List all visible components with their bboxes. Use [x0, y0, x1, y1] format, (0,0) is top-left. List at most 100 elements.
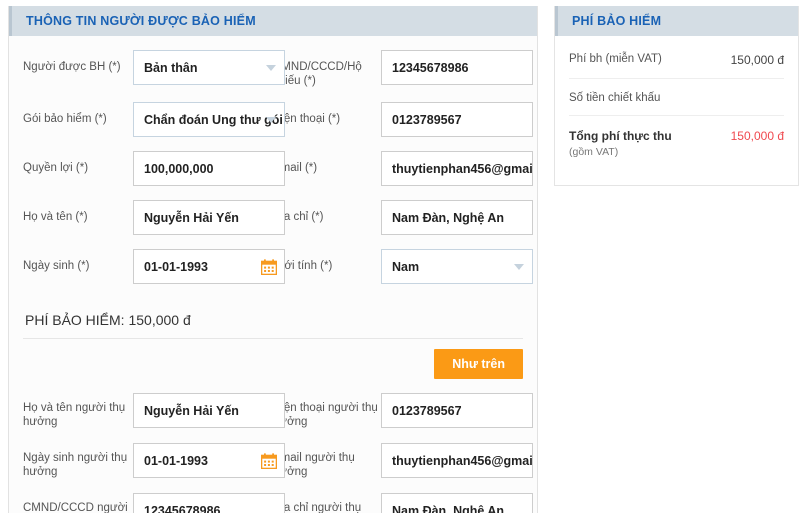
input-ben-ngay-sinh[interactable]: 01-01-1993: [133, 443, 285, 478]
label-dien-thoai: Điện thoại (*): [273, 113, 341, 125]
input-cmnd[interactable]: 12345678986: [381, 50, 533, 85]
select-goi-bao-hiem-value: Chẩn đoán Ung thư gói Bạc: [144, 112, 284, 127]
label-ben-cmnd: CMND/CCCD người thụ hưởng: [23, 502, 128, 513]
input-ngay-sinh-value: 01-01-1993: [144, 259, 208, 274]
form-row: CMND/CCCD người thụ hưởng 12345678986 Đị…: [23, 493, 533, 513]
control-cmnd: 12345678986: [381, 50, 533, 85]
right-column: PHÍ BẢO HIỂM Phí bh (miễn VAT) 150,000 đ…: [554, 6, 799, 186]
input-ben-cmnd-value: 12345678986: [144, 503, 221, 513]
chevron-down-icon: [266, 116, 276, 123]
field-group-ben-dia-chi: Địa chỉ người thụ hưởng Nam Đàn, Nghệ An: [273, 493, 533, 513]
control-goi-bao-hiem: Chẩn đoán Ung thư gói Bạc: [133, 102, 285, 137]
input-dien-thoai[interactable]: 0123789567: [381, 102, 533, 137]
input-quyen-loi[interactable]: 100,000,000: [133, 151, 285, 186]
calendar-icon[interactable]: [260, 452, 278, 469]
chevron-down-icon: [266, 64, 276, 71]
input-ben-ho-ten-value: Nguyễn Hải Yến: [144, 403, 239, 418]
fee-summary-card: PHÍ BẢO HIỂM Phí bh (miễn VAT) 150,000 đ…: [554, 6, 799, 186]
label-ben-dien-thoai: Điện thoại người thụ hưởng: [273, 402, 378, 428]
field-group-ben-ho-ten: Họ và tên người thụ hưởng Nguyễn Hải Yến: [23, 393, 285, 429]
fee-row: Số tiền chiết khấu: [569, 79, 784, 116]
control-ben-email: thuytienphan456@gmail: [381, 443, 533, 478]
field-group-ben-ngay-sinh: Ngày sinh người thụ hưởng 01-01-1993: [23, 443, 285, 479]
fee-total-amount: 150,000 đ: [730, 129, 784, 143]
input-dia-chi[interactable]: Nam Đàn, Nghệ An: [381, 200, 533, 235]
field-group-ben-dien-thoai: Điện thoại người thụ hưởng 0123789567: [273, 393, 533, 429]
label-cmnd: CMND/CCCD/Hộ chiếu (*): [273, 61, 362, 87]
control-ben-ngay-sinh: 01-01-1993: [133, 443, 285, 478]
field-group-ngay-sinh: Ngày sinh (*) 01-01-1993: [23, 249, 285, 284]
label-dia-chi: Địa chỉ (*): [273, 211, 324, 223]
field-group-gioi-tinh: Giới tính (*) Nam: [273, 249, 533, 284]
label-ben-email: Email người thụ hưởng: [273, 452, 355, 478]
form-row: Gói bảo hiểm (*) Chẩn đoán Ung thư gói B…: [23, 102, 533, 137]
field-group-cmnd: CMND/CCCD/Hộ chiếu (*) 12345678986: [273, 50, 533, 88]
insured-info-card: THÔNG TIN NGƯỜI ĐƯỢC BẢO HIỂM Người được…: [8, 6, 538, 513]
control-ben-ho-ten: Nguyễn Hải Yến: [133, 393, 285, 428]
field-group-goi-bao-hiem: Gói bảo hiểm (*) Chẩn đoán Ung thư gói B…: [23, 102, 285, 137]
select-gioi-tinh[interactable]: Nam: [381, 249, 533, 284]
control-ho-va-ten: Nguyễn Hải Yến: [133, 200, 285, 235]
input-ben-cmnd[interactable]: 12345678986: [133, 493, 285, 513]
control-ben-cmnd: 12345678986: [133, 493, 285, 513]
input-quyen-loi-value: 100,000,000: [144, 161, 214, 176]
input-ben-ngay-sinh-value: 01-01-1993: [144, 453, 208, 468]
fee-total-subtitle: (gồm VAT): [569, 146, 619, 158]
control-ngay-sinh: 01-01-1993: [133, 249, 285, 284]
same-as-above-button[interactable]: Như trên: [434, 349, 523, 379]
fee-total-row: Tổng phí thực thu (gồm VAT) 150,000 đ: [569, 116, 784, 171]
label-gioi-tinh: Giới tính (*): [273, 260, 333, 272]
input-ben-dien-thoai-value: 0123789567: [392, 403, 462, 418]
label-ben-ho-ten: Họ và tên người thụ hưởng: [23, 402, 126, 428]
input-cmnd-value: 12345678986: [392, 60, 469, 75]
page-title: THÔNG TIN NGƯỜI ĐƯỢC BẢO HIỂM: [26, 14, 256, 28]
input-dia-chi-value: Nam Đàn, Nghệ An: [392, 210, 505, 225]
fee-summary-title: PHÍ BẢO HIỂM: [572, 14, 662, 28]
field-group-dien-thoai: Điện thoại (*) 0123789567: [273, 102, 533, 137]
input-ho-va-ten-value: Nguyễn Hải Yến: [144, 210, 239, 225]
form-row: Ngày sinh người thụ hưởng 01-01-1993 Ema…: [23, 443, 533, 479]
select-nguoi-duoc-bh-value: Bản thân: [144, 60, 198, 75]
input-ben-email[interactable]: thuytienphan456@gmail: [381, 443, 533, 478]
field-group-ho-va-ten: Họ và tên (*) Nguyễn Hải Yến: [23, 200, 285, 235]
control-ben-dien-thoai: 0123789567: [381, 393, 533, 428]
fee-summary-body: Phí bh (miễn VAT) 150,000 đ Số tiền chiế…: [555, 36, 798, 185]
form-row: Họ và tên (*) Nguyễn Hải Yến Địa chỉ (*)…: [23, 200, 533, 235]
fee-row-amount: 150,000 đ: [730, 53, 784, 67]
beneficiary-section: Họ và tên người thụ hưởng Nguyễn Hải Yến…: [23, 393, 533, 513]
label-goi-bao-hiem: Gói bảo hiểm (*): [23, 113, 107, 125]
input-ben-ho-ten[interactable]: Nguyễn Hải Yến: [133, 393, 285, 428]
chevron-down-icon: [514, 263, 524, 270]
field-group-nguoi-duoc-bh: Người được BH (*) Bản thân: [23, 50, 285, 85]
input-ben-dia-chi[interactable]: Nam Đàn, Nghệ An: [381, 493, 533, 513]
input-ho-va-ten[interactable]: Nguyễn Hải Yến: [133, 200, 285, 235]
input-ngay-sinh[interactable]: 01-01-1993: [133, 249, 285, 284]
label-ho-va-ten: Họ và tên (*): [23, 211, 88, 223]
field-group-ben-email: Email người thụ hưởng thuytienphan456@gm…: [273, 443, 533, 479]
label-ngay-sinh: Ngày sinh (*): [23, 260, 90, 272]
insured-info-header: THÔNG TIN NGƯỜI ĐƯỢC BẢO HIỂM: [9, 6, 537, 36]
select-gioi-tinh-value: Nam: [392, 259, 420, 274]
fee-row: Phí bh (miễn VAT) 150,000 đ: [569, 40, 784, 79]
input-ben-dien-thoai[interactable]: 0123789567: [381, 393, 533, 428]
fee-row-label: Số tiền chiết khấu: [569, 92, 661, 104]
form-row: Người được BH (*) Bản thân CMND/CCCD/Hộ …: [23, 50, 533, 88]
page-root: THÔNG TIN NGƯỜI ĐƯỢC BẢO HIỂM Người được…: [0, 0, 803, 513]
input-email-value: thuytienphan456@gmail: [392, 161, 533, 176]
select-nguoi-duoc-bh[interactable]: Bản thân: [133, 50, 285, 85]
button-row: Như trên: [23, 339, 523, 393]
calendar-icon[interactable]: [260, 258, 278, 275]
insurance-fee-heading: PHÍ BẢO HIỂM: 150,000 đ: [25, 312, 191, 328]
insured-info-body: Người được BH (*) Bản thân CMND/CCCD/Hộ …: [9, 36, 537, 513]
input-email[interactable]: thuytienphan456@gmail: [381, 151, 533, 186]
form-row: Họ và tên người thụ hưởng Nguyễn Hải Yến…: [23, 393, 533, 429]
input-ben-email-value: thuytienphan456@gmail: [392, 453, 533, 468]
label-ben-dia-chi: Địa chỉ người thụ hưởng: [273, 502, 362, 513]
select-goi-bao-hiem[interactable]: Chẩn đoán Ung thư gói Bạc: [133, 102, 285, 137]
control-ben-dia-chi: Nam Đàn, Nghệ An: [381, 493, 533, 513]
field-group-quyen-loi: Quyền lợi (*) 100,000,000: [23, 151, 285, 186]
input-dien-thoai-value: 0123789567: [392, 112, 462, 127]
control-dien-thoai: 0123789567: [381, 102, 533, 137]
label-nguoi-duoc-bh: Người được BH (*): [23, 61, 121, 73]
control-email: thuytienphan456@gmail: [381, 151, 533, 186]
